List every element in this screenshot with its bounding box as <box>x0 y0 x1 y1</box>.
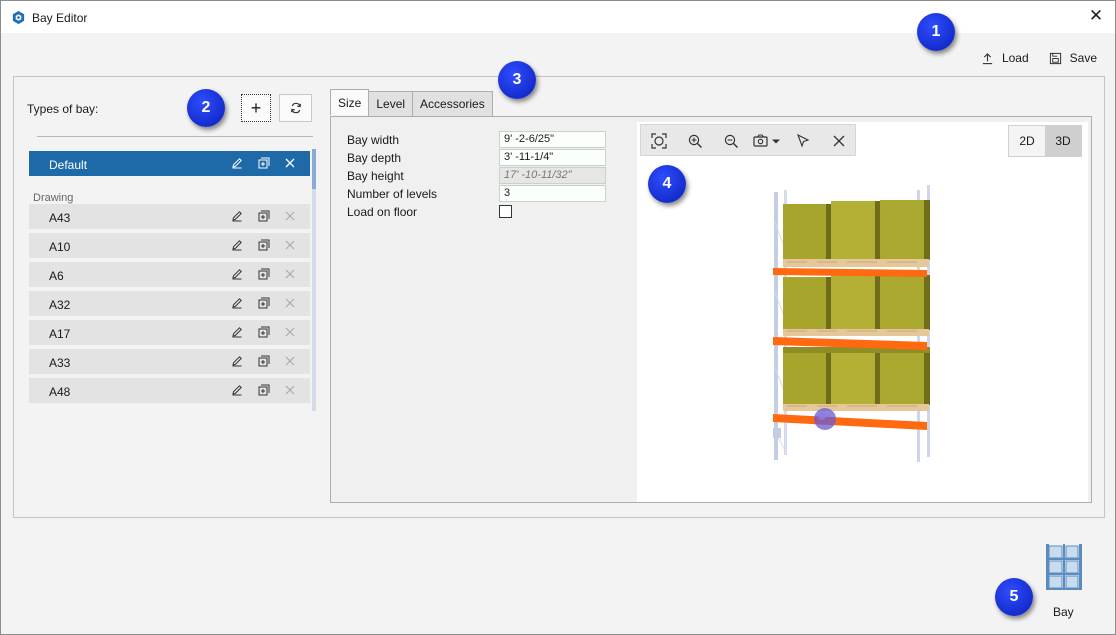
view-2d-button[interactable]: 2D <box>1009 126 1045 156</box>
bay-height-field: 17' -10-11/32" <box>499 167 606 184</box>
delete-icon[interactable] <box>283 354 297 368</box>
list-item[interactable]: A32 <box>29 291 310 316</box>
zoom-out-icon[interactable] <box>723 133 739 149</box>
divider <box>37 136 313 137</box>
edit-icon[interactable] <box>230 156 244 170</box>
view-3d-button[interactable]: 3D <box>1045 126 1081 156</box>
callout-badge: 1 <box>917 13 955 51</box>
clear-icon[interactable] <box>831 133 847 149</box>
view-mode-toggle: 2D 3D <box>1008 125 1082 157</box>
duplicate-icon[interactable] <box>257 238 271 252</box>
delete-icon[interactable] <box>283 325 297 339</box>
delete-icon[interactable] <box>283 383 297 397</box>
save-button[interactable]: Save <box>1049 51 1097 65</box>
bay-button-label: Bay <box>1053 605 1074 619</box>
delete-icon[interactable] <box>283 156 297 170</box>
callout-badge: 4 <box>648 165 686 203</box>
list-scrollbar[interactable] <box>312 149 316 411</box>
tab-accessories[interactable]: Accessories <box>412 91 493 116</box>
list-item-label: A33 <box>49 356 71 370</box>
window-title: Bay Editor <box>32 11 88 25</box>
viewport-toolbar <box>640 124 856 156</box>
tab-level[interactable]: Level <box>368 91 414 116</box>
zoom-extents-icon[interactable] <box>651 133 667 149</box>
bay-height-label: Bay height <box>347 169 404 183</box>
bay-3d-model <box>773 185 930 462</box>
duplicate-icon[interactable] <box>257 267 271 281</box>
camera-icon[interactable] <box>753 133 785 149</box>
list-item-label: A48 <box>49 385 71 399</box>
callout-badge: 3 <box>498 61 536 99</box>
list-item-label: A43 <box>49 211 71 225</box>
bay-depth-field[interactable]: 3' -11-1/4" <box>499 149 606 166</box>
bay-width-field[interactable]: 9' -2-6/25" <box>499 131 606 148</box>
tab-label: Accessories <box>420 97 485 111</box>
list-item[interactable]: A6 <box>29 262 310 287</box>
load-button[interactable]: Load <box>981 51 1029 65</box>
zoom-in-icon[interactable] <box>687 133 703 149</box>
plus-icon: + <box>250 97 262 118</box>
edit-icon[interactable] <box>230 296 244 310</box>
edit-icon[interactable] <box>230 267 244 281</box>
load-on-floor-label: Load on floor <box>347 205 418 219</box>
list-item-label: A6 <box>49 269 64 283</box>
callout-badge: 2 <box>187 89 225 127</box>
duplicate-icon[interactable] <box>257 325 271 339</box>
callout-badge: 5 <box>995 578 1033 616</box>
bay-width-label: Bay width <box>347 133 400 147</box>
bay-icon[interactable] <box>1044 543 1084 591</box>
group-label-drawing: Drawing <box>33 192 74 204</box>
edit-icon[interactable] <box>230 238 244 252</box>
upload-icon <box>982 52 993 64</box>
bay-editor-window: Bay Editor ✕ Load Save Types of bay: + D… <box>0 0 1116 635</box>
list-item-label: A10 <box>49 240 71 254</box>
types-of-bay-label: Types of bay: <box>27 102 99 116</box>
list-item-label: Default <box>49 158 88 172</box>
duplicate-icon[interactable] <box>257 156 271 170</box>
select-arrow-icon[interactable] <box>795 133 811 149</box>
load-on-floor-checkbox[interactable] <box>499 205 512 218</box>
delete-icon[interactable] <box>283 209 297 223</box>
list-item-label: A17 <box>49 327 71 341</box>
list-item-default[interactable]: Default <box>29 151 310 176</box>
close-icon[interactable]: ✕ <box>1087 7 1105 25</box>
bay-type-list: Default Drawing A43 A10 A6 A32 A17 A33 A… <box>29 149 310 409</box>
tab-label: Level <box>376 97 406 111</box>
delete-icon[interactable] <box>283 267 297 281</box>
refresh-button[interactable] <box>279 94 312 122</box>
edit-icon[interactable] <box>230 209 244 223</box>
add-bay-type-button[interactable]: + <box>241 94 271 122</box>
tab-label: Size <box>338 95 362 110</box>
duplicate-icon[interactable] <box>257 354 271 368</box>
delete-icon[interactable] <box>283 296 297 310</box>
top-actions: Load Save <box>981 51 1097 65</box>
list-item[interactable]: A33 <box>29 349 310 374</box>
bay-depth-label: Bay depth <box>347 151 402 165</box>
bay-properties-editor: Size Level Accessories Bay width 9' -2-6… <box>330 89 1092 503</box>
list-item-label: A32 <box>49 298 71 312</box>
list-item[interactable]: A17 <box>29 320 310 345</box>
load-label: Load <box>1001 51 1029 65</box>
bay-editor-app-icon <box>12 10 25 25</box>
list-item[interactable]: A43 <box>29 204 310 229</box>
list-item[interactable]: A10 <box>29 233 310 258</box>
delete-icon[interactable] <box>283 238 297 252</box>
edit-icon[interactable] <box>230 325 244 339</box>
duplicate-icon[interactable] <box>257 209 271 223</box>
tab-size[interactable]: Size <box>330 89 370 115</box>
edit-icon[interactable] <box>230 354 244 368</box>
size-tab-content: Bay width 9' -2-6/25" Bay depth 3' -11-1… <box>330 116 1092 503</box>
number-of-levels-field[interactable]: 3 <box>499 185 606 202</box>
duplicate-icon[interactable] <box>257 383 271 397</box>
list-item[interactable]: A48 <box>29 378 310 403</box>
tab-strip: Size Level Accessories <box>330 89 493 116</box>
3d-viewport[interactable]: 2D 3D <box>637 122 1088 502</box>
save-label: Save <box>1069 51 1097 65</box>
edit-icon[interactable] <box>230 383 244 397</box>
number-of-levels-label: Number of levels <box>347 187 438 201</box>
duplicate-icon[interactable] <box>257 296 271 310</box>
save-icon <box>1049 52 1061 64</box>
refresh-icon <box>290 102 301 114</box>
